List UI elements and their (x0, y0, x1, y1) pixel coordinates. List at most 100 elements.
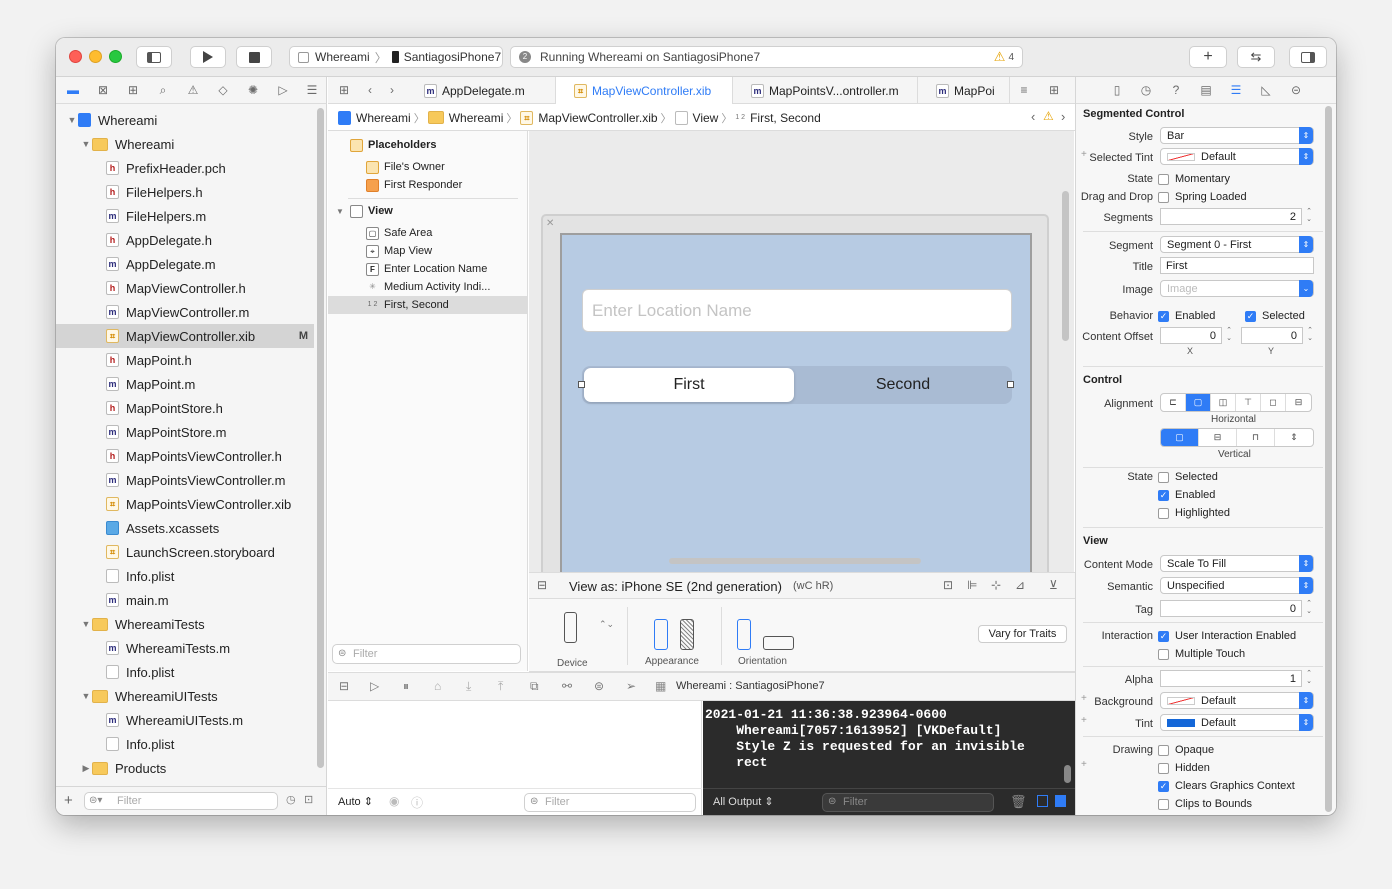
outline-item-first-responder[interactable]: First Responder (366, 176, 462, 194)
zoom-window-button[interactable] (109, 50, 122, 63)
source-control-icon[interactable]: ⊠ (95, 83, 111, 97)
navigator-toggle-button[interactable] (136, 46, 172, 68)
close-window-button[interactable] (69, 50, 82, 63)
navigator-scrollbar[interactable] (317, 108, 324, 768)
control-selected-checkbox[interactable] (1158, 471, 1169, 483)
location-text-field[interactable]: Enter Location Name (582, 289, 1012, 332)
size-inspector-icon[interactable]: ◺ (1258, 83, 1274, 97)
outline-item-activity-indicator[interactable]: ✳ Medium Activity Indi... (366, 278, 490, 296)
map-view[interactable]: Enter Location Name First Second (560, 233, 1032, 572)
navigator-item[interactable]: h MapPointStore.h (56, 396, 314, 420)
environment-overrides-icon[interactable]: ⊜ (594, 679, 604, 693)
breadcrumb-item[interactable]: View (693, 111, 719, 125)
align-icon[interactable]: ⊫ (967, 578, 977, 592)
editor-options-icon[interactable]: ≡ (1016, 83, 1032, 97)
step-over-icon[interactable]: ⌂ (434, 679, 441, 693)
console-scrollbar[interactable] (1064, 765, 1071, 783)
navigator-item[interactable]: h AppDelegate.h (56, 228, 314, 252)
navigator-item[interactable]: ⌗ MapPointsViewController.xib (56, 492, 314, 516)
valign-bottom-icon[interactable]: ⊓ (1237, 429, 1275, 446)
enabled-checkbox[interactable]: ✓ (1158, 310, 1169, 322)
scheme-selector[interactable]: Whereami 〉 SantiagosiPhone7 (289, 46, 503, 68)
clears-context-checkbox[interactable]: ✓ (1158, 780, 1169, 792)
breadcrumb-item[interactable]: First, Second (750, 111, 821, 125)
navigator-item[interactable]: h PrefixHeader.pch (56, 156, 314, 180)
segments-field[interactable]: 2 (1160, 208, 1302, 225)
editor-tab[interactable]: ⌗ MapViewController.xib (556, 77, 733, 104)
console[interactable]: 2021-01-21 11:36:38.923964-0600 Whereami… (703, 701, 1075, 815)
selected-checkbox[interactable]: ✓ (1245, 310, 1256, 322)
align-center-icon[interactable]: ▢ (1186, 394, 1211, 411)
view-hierarchy-icon[interactable]: ⧉ (530, 679, 539, 694)
resize-handle-left[interactable] (578, 381, 585, 388)
align-trailing-icon[interactable]: ◻ (1261, 394, 1286, 411)
landscape-icon[interactable] (763, 636, 794, 650)
segmented-control[interactable]: First Second (578, 366, 1014, 404)
user-interaction-checkbox[interactable]: ✓ (1158, 630, 1169, 642)
navigator-item[interactable]: ▼ WhereamiUITests (56, 684, 314, 708)
disclosure-closed-icon[interactable]: ▶ (80, 763, 92, 774)
multiple-touch-checkbox[interactable] (1158, 648, 1169, 660)
outline-item-text-field[interactable]: F Enter Location Name (366, 260, 487, 278)
navigator-item[interactable]: m FileHelpers.m (56, 204, 314, 228)
breadcrumb-item[interactable]: Whereami (356, 111, 411, 125)
resolve-issues-icon[interactable]: ⊿ (1015, 578, 1025, 592)
navigator-item[interactable]: h MapPointsViewController.h (56, 444, 314, 468)
valign-fill-icon[interactable]: ⇕ (1275, 429, 1313, 446)
scm-filter-icon[interactable]: ⊡ (304, 793, 313, 806)
navigator-item[interactable]: Info.plist (56, 732, 314, 756)
navigator-item[interactable]: Info.plist (56, 660, 314, 684)
inspector-scrollbar[interactable] (1325, 106, 1332, 812)
control-enabled-checkbox[interactable]: ✓ (1158, 489, 1169, 501)
navigator-item[interactable]: m MapPoint.m (56, 372, 314, 396)
title-field[interactable]: First (1160, 257, 1314, 274)
align-fill-icon[interactable]: ⊟ (1286, 394, 1311, 411)
test-icon[interactable]: ◇ (215, 83, 231, 97)
history-icon[interactable]: ◷ (1138, 83, 1154, 97)
offset-y-stepper[interactable]: ⌃ ⌄ (1305, 327, 1315, 344)
hide-debug-area-icon[interactable]: ⊟ (339, 679, 349, 693)
horizontal-alignment-control[interactable]: ⊏ ▢ ◫ ⊤ ◻ ⊟ (1160, 393, 1312, 412)
stop-button[interactable] (236, 46, 272, 68)
navigator-item[interactable]: ⌗ MapViewController.xib M (56, 324, 314, 348)
dark-appearance-icon[interactable] (680, 619, 694, 650)
view-as-label[interactable]: View as: iPhone SE (2nd generation) (569, 579, 782, 594)
navigator-item[interactable]: Assets.xcassets (56, 516, 314, 540)
add-file-icon[interactable]: + (64, 792, 73, 809)
selected-tint-popup[interactable]: Default ⇕ (1160, 148, 1314, 165)
embed-in-icon[interactable]: ⊻ (1049, 578, 1058, 592)
close-scene-icon[interactable]: ✕ (546, 218, 554, 229)
output-selector[interactable]: All Output ⇕ (713, 795, 774, 808)
minimize-window-button[interactable] (89, 50, 102, 63)
image-combo[interactable]: Image ⌄ (1160, 280, 1314, 297)
outline-item-segmented-control[interactable]: 1 2 First, Second (328, 296, 527, 314)
disclosure-open-icon[interactable]: ▼ (80, 619, 92, 629)
navigator-item[interactable]: m MapViewController.m (56, 300, 314, 324)
navigator-item[interactable]: m WhereamiTests.m (56, 636, 314, 660)
navigator-item[interactable]: m AppDelegate.m (56, 252, 314, 276)
outline-item-safe-area[interactable]: ▢ Safe Area (366, 224, 432, 242)
vertical-alignment-control[interactable]: ▢ ⊟ ⊓ ⇕ (1160, 428, 1314, 447)
navigator-item[interactable]: h FileHelpers.h (56, 180, 314, 204)
add-variation-icon[interactable]: + (1081, 149, 1087, 160)
outline-item-view[interactable]: ▼ View (336, 202, 393, 220)
inspector-toggle-button[interactable] (1289, 46, 1327, 68)
report-icon[interactable]: ☰ (304, 83, 320, 97)
valign-center-icon[interactable]: ⊟ (1199, 429, 1237, 446)
canvas-horizontal-scrollbar[interactable] (669, 558, 921, 564)
interface-builder-canvas[interactable]: ✕ Enter Location Name First Second (529, 131, 1074, 572)
breakpoints-toggle-icon[interactable]: ▷ (370, 679, 379, 693)
outline-item-map-view[interactable]: ⌖ Map View (366, 242, 432, 260)
tag-stepper[interactable]: ⌃ ⌄ (1304, 600, 1314, 617)
step-into-icon[interactable]: ⤓ (466, 679, 471, 694)
editor-tab[interactable]: m AppDelegate.m (410, 77, 556, 104)
navigator-item[interactable]: m MapPointStore.m (56, 420, 314, 444)
tag-field[interactable]: 0 (1160, 600, 1302, 617)
navigator-item[interactable]: ▼ Whereami (56, 132, 314, 156)
content-mode-popup[interactable]: Scale To Fill ⇕ (1160, 555, 1314, 572)
console-filter-field[interactable]: ⊜ Filter (822, 793, 994, 812)
offset-x-stepper[interactable]: ⌃ ⌄ (1224, 327, 1234, 344)
opaque-checkbox[interactable] (1158, 744, 1169, 756)
hide-outline-icon[interactable]: ⊟ (537, 578, 547, 592)
pause-icon[interactable]: ⏸ (403, 679, 409, 694)
